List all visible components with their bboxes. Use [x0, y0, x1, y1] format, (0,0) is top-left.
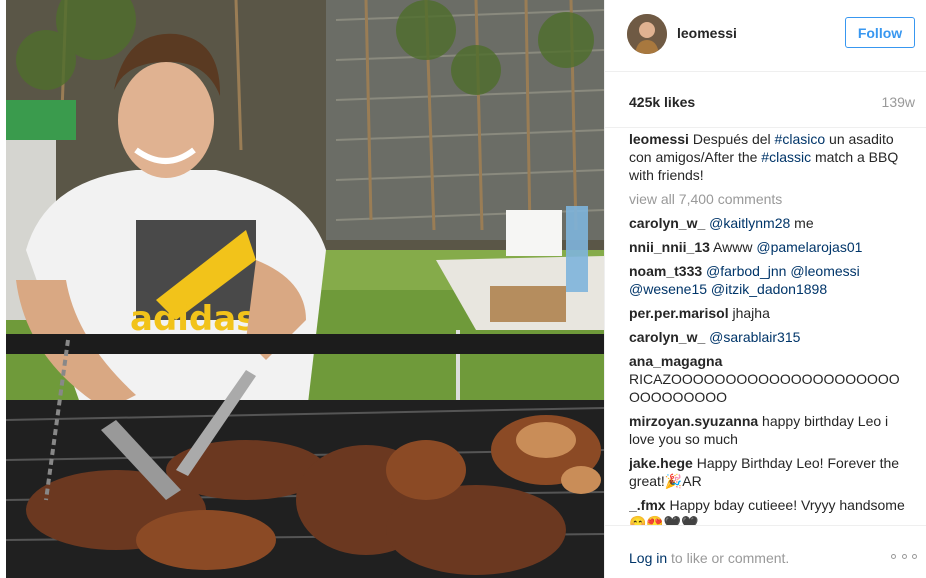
post-age[interactable]: 139w	[882, 94, 915, 110]
view-all-comments-link[interactable]: view all 7,400 comments	[629, 190, 909, 208]
caption-user[interactable]: leomessi	[629, 131, 689, 147]
post-header: leomessi Follow	[605, 0, 926, 72]
dot	[891, 554, 896, 559]
mention-link[interactable]: @kaitlynm28	[709, 215, 790, 231]
comment-user[interactable]: mirzoyan.syuzanna	[629, 413, 758, 429]
comment-item: carolyn_w_ @sarablair315	[629, 328, 909, 346]
post-stats: 425k likes 139w	[605, 72, 926, 128]
comment-user[interactable]: carolyn_w_	[629, 215, 705, 231]
dot	[901, 554, 907, 559]
instagram-post: adidas leomessi Follow 425k likes 139w l…	[0, 0, 926, 578]
comment-user[interactable]: jake.hege	[629, 455, 693, 471]
comment-user[interactable]: carolyn_w_	[629, 329, 705, 345]
login-text: to like or comment.	[667, 550, 790, 566]
avatar[interactable]	[627, 14, 667, 54]
comment-text: RICAZOOOOOOOOOOOOOOOOOOOOOOOOOOOOOO	[629, 371, 900, 405]
likes-count[interactable]: 425k likes	[629, 94, 695, 110]
comment-text: me	[790, 215, 814, 231]
post-footer: Log in to like or comment.	[605, 525, 926, 578]
post-sidebar: leomessi Follow 425k likes 139w leomessi…	[604, 0, 926, 578]
comment-item: jake.hege Happy Birthday Leo! Forever th…	[629, 454, 909, 490]
follow-button[interactable]: Follow	[845, 17, 915, 48]
comment-user[interactable]: per.per.marisol	[629, 305, 729, 321]
comment-text: Awww	[709, 239, 757, 255]
comment-item: mirzoyan.syuzanna happy birthday Leo i l…	[629, 412, 909, 448]
post-photo[interactable]: adidas	[6, 0, 604, 578]
comment-text: jhajha	[728, 305, 770, 321]
comment-user[interactable]: ana_magagna	[629, 353, 722, 369]
comment-item: noam_t333 @farbod_jnn @leomessi @wesene1…	[629, 262, 909, 298]
comment-text: Happy bday cutieee! Vryyy handsome😊😍🖤🖤	[629, 497, 905, 525]
caption: leomessi Después del #clasico un asadito…	[629, 130, 909, 184]
login-link[interactable]: Log in	[629, 550, 667, 566]
comment-user[interactable]: noam_t333	[629, 263, 702, 279]
comment-item: _.fmx Happy bday cutieee! Vryyy handsome…	[629, 496, 909, 525]
dot	[912, 554, 917, 559]
more-options-icon[interactable]	[891, 554, 917, 562]
comment-item: carolyn_w_ @kaitlynm28 me	[629, 214, 909, 232]
svg-text:adidas: adidas	[130, 299, 256, 339]
mention-link[interactable]: @sarablair315	[709, 329, 800, 345]
comment-item: per.per.marisol jhajha	[629, 304, 909, 322]
hashtag-link[interactable]: #classic	[761, 149, 811, 165]
comment-user[interactable]: _.fmx	[629, 497, 666, 513]
mention-link[interactable]: @pamelarojas01	[756, 239, 862, 255]
hashtag-link[interactable]: #clasico	[775, 131, 826, 147]
comment-item: ana_magagna RICAZOOOOOOOOOOOOOOOOOOOOOOO…	[629, 352, 909, 406]
login-prompt: Log in to like or comment.	[629, 550, 789, 566]
caption-text: Después del	[688, 131, 775, 147]
comments-list: leomessi Después del #clasico un asadito…	[629, 130, 909, 525]
comment-item: nnii_nnii_13 Awww @pamelarojas01	[629, 238, 909, 256]
comment-user[interactable]: nnii_nnii_13	[629, 239, 710, 255]
username[interactable]: leomessi	[677, 25, 737, 41]
